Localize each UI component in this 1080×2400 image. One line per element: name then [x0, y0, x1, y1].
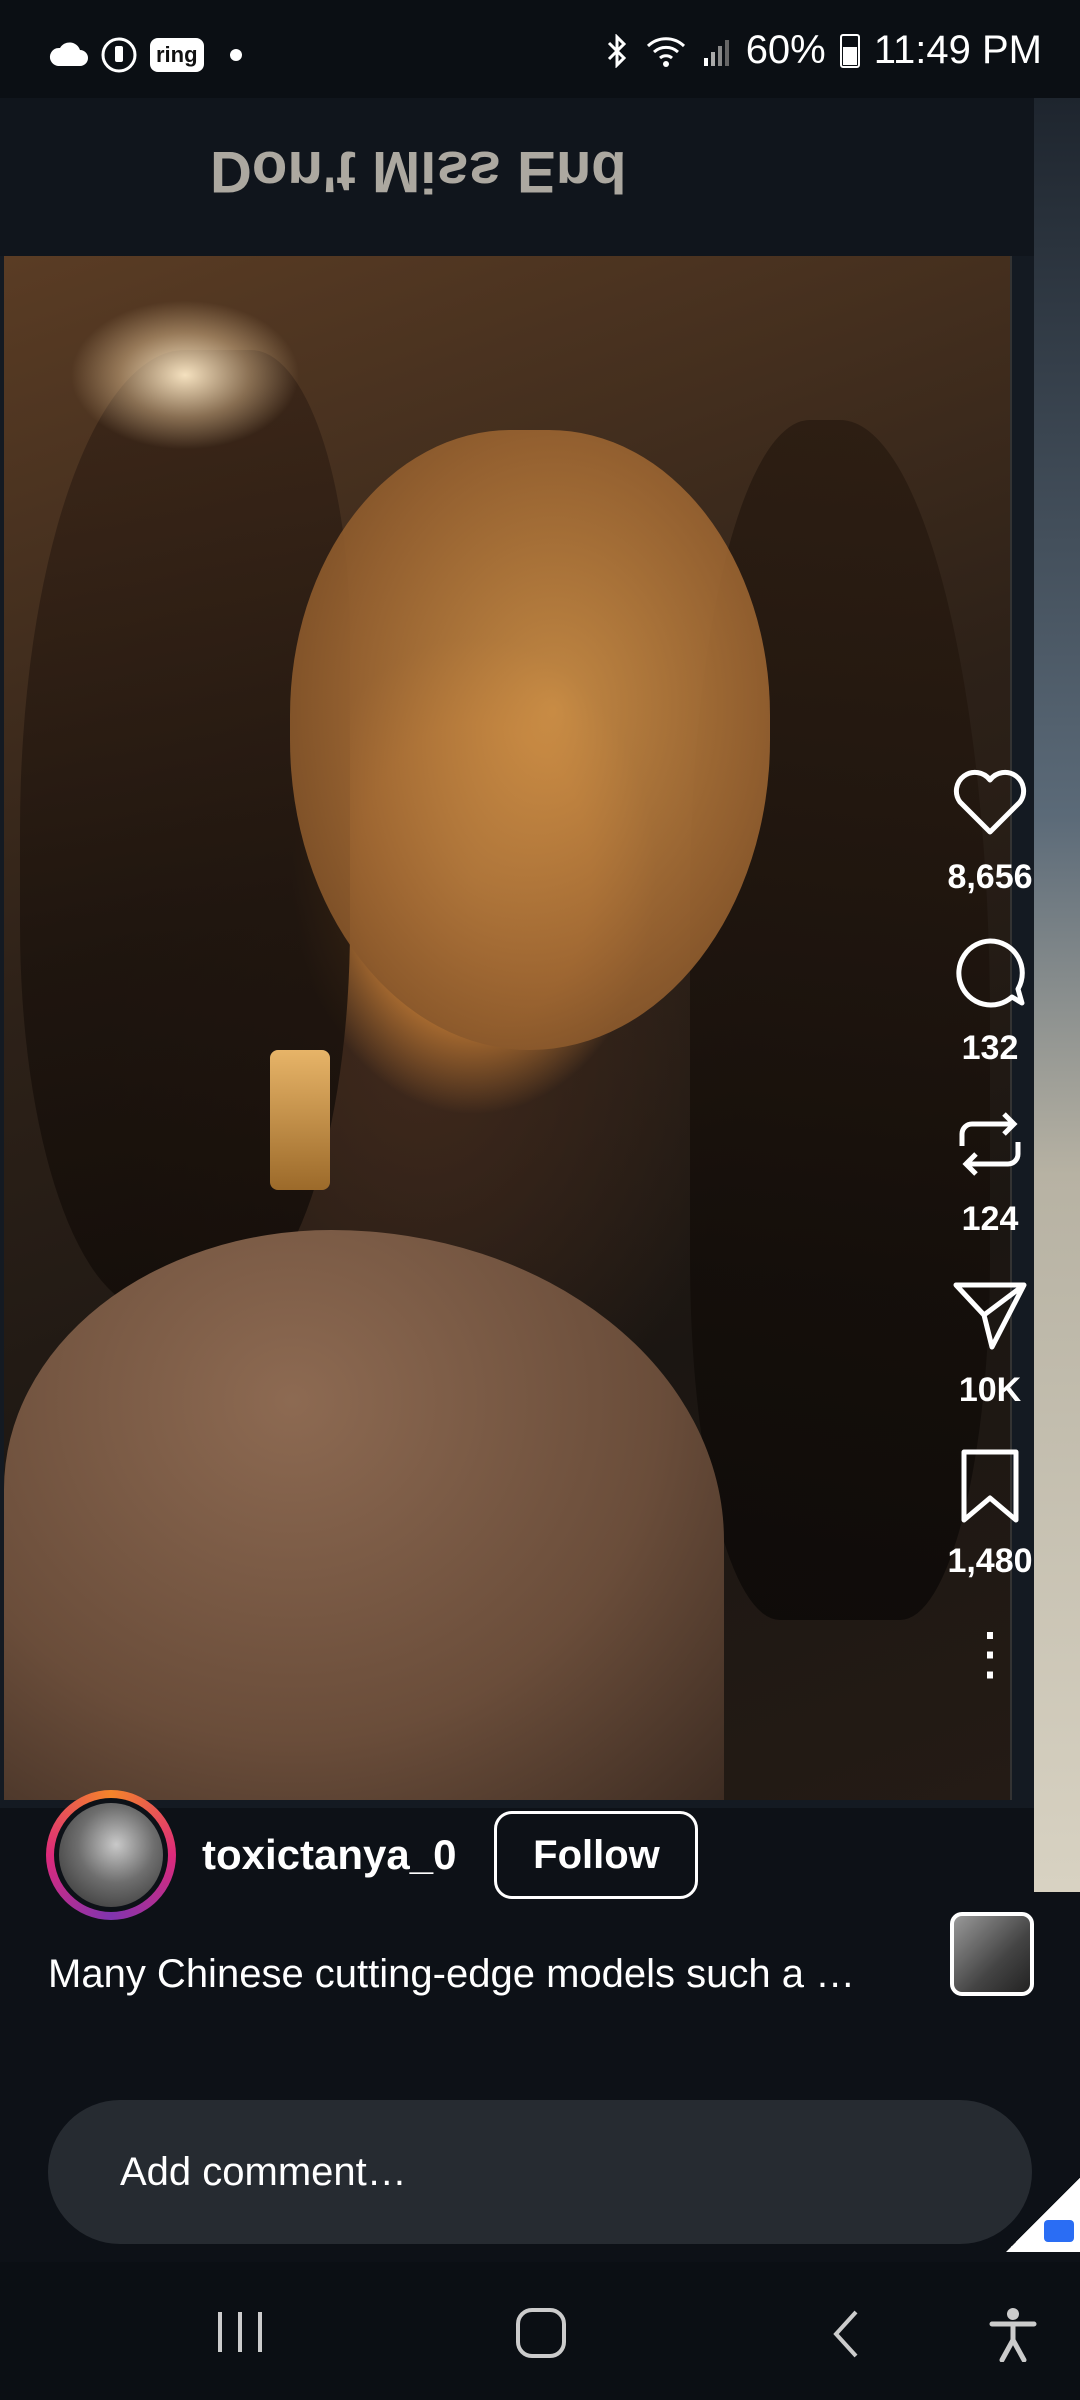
- audio-thumbnail[interactable]: [950, 1912, 1034, 1996]
- comment-count: 132: [961, 1029, 1019, 1067]
- status-left-icons: ring: [48, 36, 242, 74]
- save-action[interactable]: 1,480: [947, 1444, 1033, 1581]
- dot-icon: [229, 49, 242, 61]
- signal-icon: [703, 39, 729, 66]
- ring-app-icon: ring: [150, 38, 204, 72]
- repost-count: 124: [961, 1200, 1019, 1238]
- bookmark-icon[interactable]: [948, 1444, 1032, 1528]
- comment-action[interactable]: 132: [948, 931, 1032, 1068]
- action-rail: 8,656 132 124 10K 1,480 ⋮: [930, 760, 1050, 1683]
- video-light-highlight: [70, 300, 300, 450]
- more-options-icon[interactable]: ⋮: [961, 1625, 1019, 1683]
- like-count: 8,656: [947, 858, 1033, 896]
- like-action[interactable]: 8,656: [947, 760, 1033, 897]
- status-bar: ring 60% 11:49 PM: [0, 0, 1080, 98]
- follow-button[interactable]: Follow: [494, 1811, 699, 1899]
- battery-icon: [839, 33, 860, 68]
- comment-icon[interactable]: [948, 931, 1032, 1015]
- send-icon[interactable]: [948, 1273, 1032, 1357]
- home-icon[interactable]: [514, 2306, 570, 2362]
- video-subject-face: [290, 430, 770, 1050]
- share-count: 10K: [958, 1371, 1022, 1409]
- status-right-icons: 60% 11:49 PM: [604, 28, 1042, 73]
- avatar[interactable]: [46, 1790, 176, 1920]
- save-count: 1,480: [947, 1542, 1033, 1580]
- cloud-icon: [49, 42, 88, 66]
- accessibility-icon[interactable]: [988, 2306, 1038, 2362]
- add-comment-input[interactable]: Add comment…: [48, 2100, 1032, 2244]
- timer-icon: [101, 37, 137, 73]
- heart-icon[interactable]: [948, 760, 1032, 844]
- avatar-image: [59, 1803, 163, 1907]
- repost-action[interactable]: 124: [948, 1102, 1032, 1239]
- repost-icon[interactable]: [948, 1102, 1032, 1186]
- video-subject-earring: [270, 1050, 330, 1190]
- bluetooth-icon: [607, 33, 626, 68]
- wifi-icon: [646, 36, 685, 67]
- battery-percent: 60%: [745, 28, 826, 72]
- share-action[interactable]: 10K: [948, 1273, 1032, 1410]
- video-overlay-text: Don't Miss End: [210, 139, 627, 204]
- system-nav-bar: [0, 2262, 1080, 2400]
- floating-badge[interactable]: [1006, 2178, 1080, 2252]
- recents-icon[interactable]: [210, 2306, 270, 2356]
- back-icon[interactable]: [826, 2306, 866, 2362]
- folder-icon: [1044, 2220, 1074, 2242]
- author-row: toxictanya_0 Follow: [46, 1788, 699, 1922]
- clock: 11:49 PM: [873, 28, 1042, 72]
- author-username[interactable]: toxictanya_0: [202, 1831, 456, 1879]
- comment-placeholder: Add comment…: [120, 2149, 407, 2194]
- post-caption[interactable]: Many Chinese cutting-edge models such a …: [48, 1952, 928, 1997]
